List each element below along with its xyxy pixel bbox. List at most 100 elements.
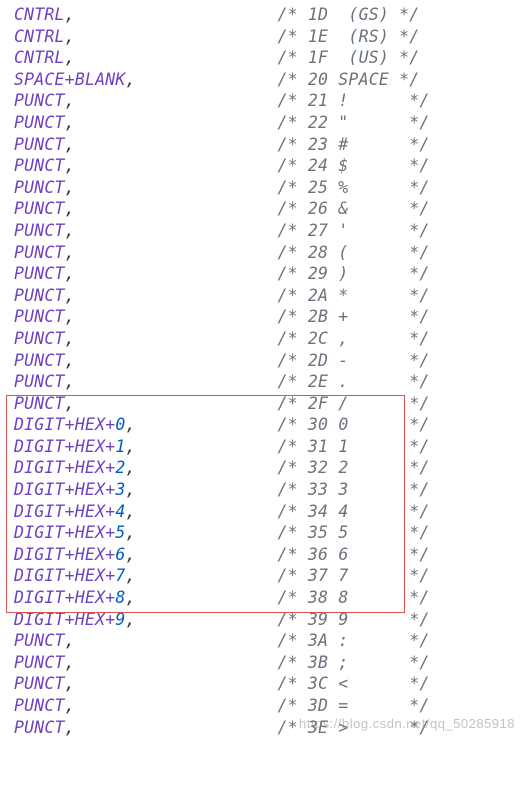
code-token: HEX — [75, 437, 105, 456]
code-block: CNTRL, /* 1D (GS) */CNTRL, /* 1E (RS) */… — [14, 4, 521, 738]
code-line: PUNCT, /* 2B + */ — [14, 306, 521, 328]
comment: /* 32 2 */ — [278, 458, 430, 477]
comment: /* 1D (GS) */ — [278, 5, 420, 24]
comma: , — [126, 523, 136, 542]
comment: /* 36 6 */ — [278, 545, 430, 564]
code-line: PUNCT, /* 2E . */ — [14, 371, 521, 393]
code-line: PUNCT, /* 3D = */ — [14, 695, 521, 717]
code-token: HEX — [75, 415, 105, 434]
code-token: + — [65, 523, 75, 542]
code-line: CNTRL, /* 1D (GS) */ — [14, 4, 521, 26]
code-token: HEX — [75, 523, 105, 542]
comma: , — [65, 156, 75, 175]
code-token: + — [65, 588, 75, 607]
code-token: 4 — [115, 502, 125, 521]
pad — [75, 329, 278, 348]
code-line: PUNCT, /* 3E > */ — [14, 717, 521, 739]
comma: , — [65, 718, 75, 737]
code-line: PUNCT, /* 28 ( */ — [14, 242, 521, 264]
code-line: PUNCT, /* 25 % */ — [14, 177, 521, 199]
code-token: PUNCT — [14, 394, 65, 413]
code-token: + — [105, 415, 115, 434]
comment: /* 3E > */ — [278, 718, 430, 737]
code-line: DIGIT+HEX+8, /* 38 8 */ — [14, 587, 521, 609]
pad — [75, 696, 278, 715]
code-token: + — [65, 480, 75, 499]
code-token: PUNCT — [14, 696, 65, 715]
code-token: PUNCT — [14, 286, 65, 305]
code-token: PUNCT — [14, 221, 65, 240]
pad — [75, 113, 278, 132]
pad — [75, 178, 278, 197]
code-token: PUNCT — [14, 653, 65, 672]
comment: /* 25 % */ — [278, 178, 430, 197]
comment: /* 34 4 */ — [278, 502, 430, 521]
pad — [136, 588, 278, 607]
code-token: HEX — [75, 480, 105, 499]
code-token: PUNCT — [14, 199, 65, 218]
pad — [75, 264, 278, 283]
pad — [75, 243, 278, 262]
code-token: + — [105, 545, 115, 564]
code-token: + — [105, 610, 115, 629]
code-token: + — [105, 588, 115, 607]
code-line: PUNCT, /* 2D - */ — [14, 350, 521, 372]
code-token: BLANK — [75, 70, 126, 89]
code-token: 1 — [115, 437, 125, 456]
comment: /* 26 & */ — [278, 199, 430, 218]
code-token: DIGIT — [14, 415, 65, 434]
comment: /* 24 $ */ — [278, 156, 430, 175]
code-token: DIGIT — [14, 566, 65, 585]
code-line: DIGIT+HEX+9, /* 39 9 */ — [14, 609, 521, 631]
code-line: DIGIT+HEX+4, /* 34 4 */ — [14, 501, 521, 523]
code-line: PUNCT, /* 21 ! */ — [14, 90, 521, 112]
code-token: PUNCT — [14, 718, 65, 737]
comma: , — [65, 351, 75, 370]
comment: /* 30 0 */ — [278, 415, 430, 434]
code-line: DIGIT+HEX+2, /* 32 2 */ — [14, 457, 521, 479]
code-token: 0 — [115, 415, 125, 434]
code-token: PUNCT — [14, 631, 65, 650]
pad — [136, 480, 278, 499]
code-token: + — [65, 458, 75, 477]
comment: /* 1E (RS) */ — [278, 27, 420, 46]
comma: , — [126, 458, 136, 477]
code-line: DIGIT+HEX+1, /* 31 1 */ — [14, 436, 521, 458]
code-token: + — [105, 502, 115, 521]
code-token: + — [65, 502, 75, 521]
comment: /* 39 9 */ — [278, 610, 430, 629]
comma: , — [65, 631, 75, 650]
code-token: + — [105, 566, 115, 585]
pad — [136, 566, 278, 585]
comma: , — [65, 113, 75, 132]
comma: , — [126, 566, 136, 585]
comma: , — [65, 135, 75, 154]
comment: /* 2F / */ — [278, 394, 430, 413]
code-token: + — [105, 480, 115, 499]
pad — [75, 156, 278, 175]
pad — [75, 631, 278, 650]
comma: , — [126, 610, 136, 629]
comment: /* 31 1 */ — [278, 437, 430, 456]
comma: , — [65, 48, 75, 67]
comma: , — [65, 243, 75, 262]
comment: /* 37 7 */ — [278, 566, 430, 585]
comma: , — [126, 588, 136, 607]
code-token: + — [65, 437, 75, 456]
pad — [136, 545, 278, 564]
code-token: DIGIT — [14, 502, 65, 521]
comment: /* 23 # */ — [278, 135, 430, 154]
code-line: PUNCT, /* 29 ) */ — [14, 263, 521, 285]
pad — [75, 286, 278, 305]
comment: /* 21 ! */ — [278, 91, 430, 110]
comment: /* 2D - */ — [278, 351, 430, 370]
comment: /* 2A * */ — [278, 286, 430, 305]
code-line: CNTRL, /* 1F (US) */ — [14, 47, 521, 69]
code-token: CNTRL — [14, 27, 65, 46]
comma: , — [65, 286, 75, 305]
code-line: DIGIT+HEX+0, /* 30 0 */ — [14, 414, 521, 436]
code-token: HEX — [75, 610, 105, 629]
code-token: PUNCT — [14, 243, 65, 262]
comment: /* 3B ; */ — [278, 653, 430, 672]
pad — [136, 437, 278, 456]
